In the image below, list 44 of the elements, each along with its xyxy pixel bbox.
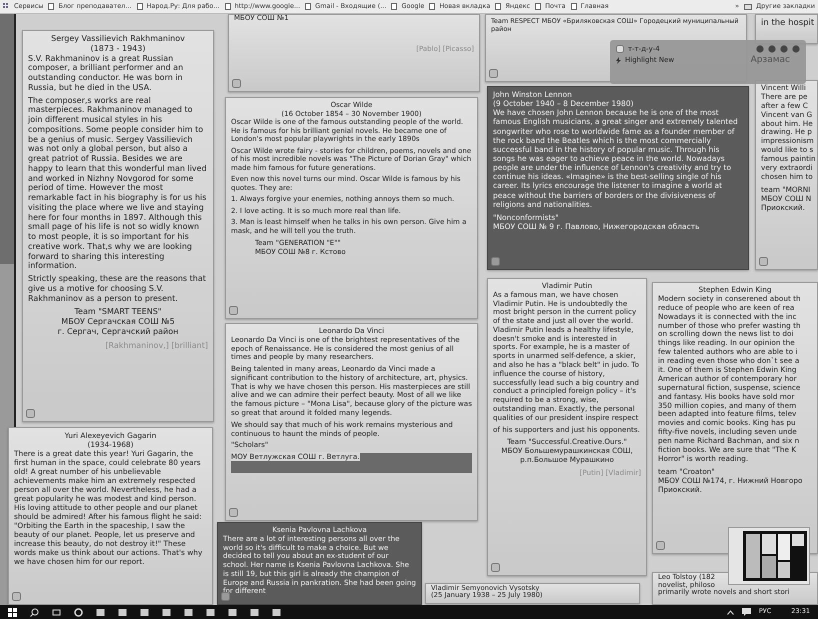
browser-icon[interactable] — [74, 608, 83, 616]
note-text: The composer,s works are real masterpieces. Rakhmaninov managed to join different musical styles in his compositions. Some people consider him to be a genius of music. Sergey Vassilievich was not only a global person, but also a great patriot of Russia. Besides we are happy to learn that this wonderful man lived and worked in Nizhny Novgorod for some period of time. However the most remarkable fact in his biography is for us his visiting the place where we live and staying here for four months in 1897. Although this small page of his life is not so widly known to most people, it is so important for his creative work. That,s why we are looking forward to sharing this interesting information. — [28, 96, 208, 271]
avatar-icon — [221, 592, 230, 601]
location-text: Арзамас — [750, 54, 790, 66]
caret-icon[interactable] — [726, 610, 734, 614]
avatar-icon — [616, 45, 624, 54]
page-icon[interactable] — [224, 3, 231, 10]
chat-icon[interactable] — [742, 608, 751, 616]
app-icon[interactable] — [206, 608, 215, 616]
note-text: S.V. Rakhmaninov is a great Russian composer, a brilliant performer and an outstanding conductor. He was born in Russia, but he died in the USA. — [28, 54, 184, 92]
signature-line: г. Сергач, Сергачский район — [56, 326, 180, 336]
page-icon[interactable] — [535, 3, 542, 10]
avatar-icon — [26, 409, 35, 418]
page-icon[interactable] — [570, 3, 577, 10]
task-view-icon[interactable] — [52, 608, 61, 616]
page-icon[interactable] — [305, 3, 312, 10]
page-icon[interactable] — [136, 3, 143, 10]
avatar-icon — [491, 563, 500, 572]
windows-icon[interactable] — [8, 608, 17, 616]
page-icon[interactable] — [391, 3, 398, 10]
avatar-icon — [229, 306, 238, 315]
search-icon[interactable] — [30, 608, 39, 616]
page-icon[interactable] — [495, 3, 502, 10]
signature-line: Team "SMART TEENS" — [74, 307, 162, 317]
app-icon[interactable] — [272, 608, 281, 616]
page-icon[interactable] — [48, 3, 54, 10]
avatar-icon — [12, 592, 21, 601]
note-title: Sergey Vassilievich Rakhmaninov — [50, 34, 186, 44]
avatar-icon — [229, 508, 238, 517]
lightning-icon — [616, 56, 621, 64]
note-text-line: in the hospit — [761, 18, 812, 28]
signature-line: МБОУ Сергачская СОШ №5 — [60, 317, 176, 327]
avatar-icon — [759, 257, 768, 266]
minimap-drawing — [743, 531, 807, 581]
note-text: Strictly speaking, these are the reasons that give us a motive for choosing S.V. Rakhmaninov as a person to present. — [28, 274, 207, 304]
note-date: (1873 - 1943) — [90, 44, 146, 54]
page-icon[interactable] — [429, 3, 436, 10]
avatar-icon — [491, 257, 500, 266]
apps-icon[interactable] — [3, 3, 10, 10]
avatar-icon — [656, 541, 665, 550]
app-icon[interactable] — [250, 608, 259, 616]
avatar-icon — [232, 79, 241, 88]
avatar-icon — [489, 69, 498, 78]
app-icon[interactable] — [140, 608, 149, 616]
